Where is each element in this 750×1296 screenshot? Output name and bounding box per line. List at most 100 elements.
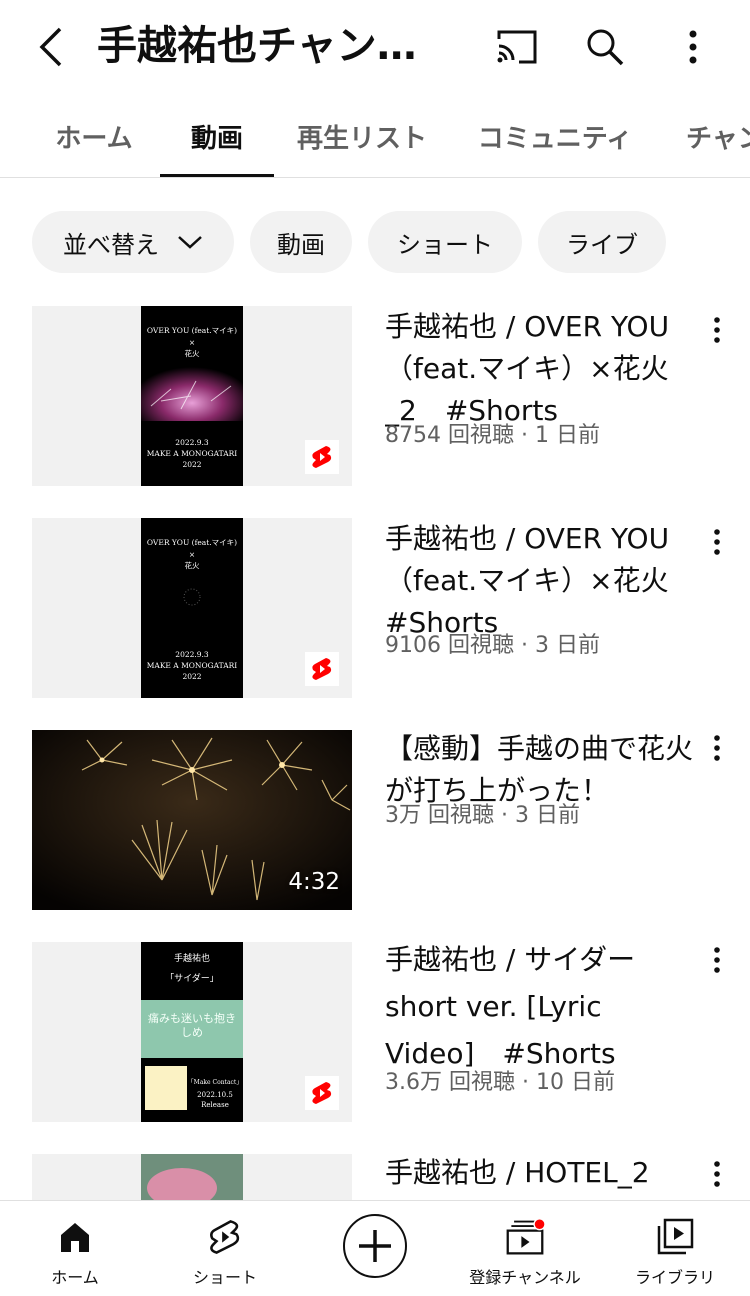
thumb-caption: 花火 [184,349,200,358]
thumb-lyric: 痛みも迷いも抱きしめ [148,1012,236,1039]
lyric-panel: 痛みも迷いも抱きしめ [141,1000,243,1058]
tab-community[interactable]: コミュニティ [466,95,644,177]
shorts-icon [205,1217,245,1257]
app-header: 手越祐也チャン… [0,0,750,95]
video-meta: 9106 回視聴 · 3 日前 [385,633,600,658]
video-more-button[interactable] [702,728,732,768]
short-cover: OVER YOU (feat.マイキ) × 花火 2022.9.3 MAKE A… [141,306,243,486]
video-thumbnail[interactable]: 手越祐也 「サイダー」 痛みも迷いも抱きしめ 「Make Contact」 20… [32,942,352,1122]
more-vert-icon [714,947,720,973]
nav-subscriptions-label: 登録チャンネル [469,1268,581,1287]
cast-icon [497,30,537,64]
video-thumbnail[interactable]: 4:32 [32,730,352,910]
video-thumbnail[interactable]: OVER YOU (feat.マイキ) × 花火 2022.9.3 MAKE A… [32,518,352,698]
shorts-badge [305,1076,339,1110]
thumb-caption: 2022 [182,672,202,681]
video-more-button[interactable] [702,522,732,562]
tab-channels[interactable]: チャンネル [672,95,750,177]
thumb-caption: × [188,550,196,559]
thumb-caption: 手越祐也 [173,954,210,964]
flower-image [147,1168,217,1200]
nav-library-label: ライブラリ [634,1268,715,1287]
create-button[interactable] [343,1214,407,1278]
nav-subscriptions[interactable]: 登録チャンネル [450,1201,600,1296]
short-cover: OVER YOU (feat.マイキ) × 花火 2022.9.3 MAKE A… [141,518,243,698]
thumb-caption: Release [201,1101,229,1109]
short-cover [141,1154,243,1200]
chevron-down-icon [178,236,202,249]
search-icon [587,29,624,66]
chip-shorts[interactable]: ショート [368,211,522,273]
video-more-button[interactable] [702,940,732,980]
chip-live[interactable]: ライブ [538,211,666,273]
video-title[interactable]: 手越祐也 / サイダー short ver. [Lyric Video] #Sh… [385,936,695,1077]
fireworks-image [183,588,201,606]
thumb-caption: MAKE A MONOGATARI [146,449,238,458]
shorts-badge [305,652,339,686]
thumb-caption: × [188,338,196,347]
create-icon [359,1230,391,1262]
nav-home[interactable]: ホーム [0,1201,150,1296]
video-title[interactable]: 手越祐也 / HOTEL_2 [385,1154,695,1194]
thumb-caption: 「Make Contact」 [187,1079,243,1086]
video-title[interactable]: 【感動】手越の曲で花火が打ち上がった！ [385,728,695,812]
filter-chips: 並べ替え 動画 ショート ライブ [0,211,750,273]
thumb-caption: 2022.10.5 [197,1091,233,1099]
shorts-logo-icon [312,658,332,680]
back-button[interactable] [30,22,70,72]
video-thumbnail[interactable]: OVER YOU (feat.マイキ) × 花火 2022.9.3 MAKE A… [32,306,352,486]
thumb-caption: 花火 [184,561,200,570]
library-icon [655,1217,695,1257]
video-title[interactable]: 手越祐也 / OVER YOU（feat.マイキ）×花火_2 #Shorts [385,306,695,432]
thumb-caption: 「サイダー」 [165,974,219,984]
video-list-item[interactable]: OVER YOU (feat.マイキ) × 花火 2022.9.3 MAKE A… [0,518,750,708]
tab-home[interactable]: ホーム [32,95,156,177]
video-list-item[interactable]: 手越祐也 / HOTEL_2 [0,1154,750,1200]
thumb-caption: OVER YOU (feat.マイキ) [146,538,238,547]
thumb-caption: 2022.9.3 [175,650,209,659]
thumb-caption: 2022 [182,460,202,469]
video-title[interactable]: 手越祐也 / OVER YOU（feat.マイキ）×花火 #Shorts [385,518,695,644]
video-list-item[interactable]: OVER YOU (feat.マイキ) × 花火 2022.9.3 MAKE A… [0,306,750,496]
short-cover: 手越祐也 「サイダー」 痛みも迷いも抱きしめ 「Make Contact」 20… [141,942,243,1122]
nav-shorts[interactable]: ショート [150,1201,300,1296]
video-thumbnail[interactable] [32,1154,352,1200]
video-more-button[interactable] [702,310,732,350]
album-art [145,1066,187,1110]
video-list-item[interactable]: 4:32 【感動】手越の曲で花火が打ち上がった！ 3万 回視聴 · 3 日前 [0,730,750,920]
video-duration: 4:32 [288,869,340,895]
chip-sort-label: 並べ替え [63,230,159,259]
channel-tabs: ホーム 動画 再生リスト コミュニティ チャンネル [0,95,750,178]
chip-sort[interactable]: 並べ替え [32,211,234,273]
tab-videos[interactable]: 動画 [160,95,274,177]
home-icon [55,1217,95,1257]
notification-dot [533,1218,545,1231]
chip-videos[interactable]: 動画 [250,211,352,273]
more-options-button[interactable] [668,22,718,72]
back-icon [39,27,62,67]
video-meta: 3.6万 回視聴 · 10 日前 [385,1070,615,1095]
more-vert-icon [714,735,720,761]
more-vert-icon [689,30,697,64]
search-button[interactable] [580,22,630,72]
tab-playlists[interactable]: 再生リスト [284,95,440,177]
thumb-caption: 2022.9.3 [175,438,209,447]
nav-home-label: ホーム [51,1268,99,1287]
video-more-button[interactable] [702,1154,732,1194]
channel-title: 手越祐也チャン… [97,23,417,69]
video-meta: 8754 回視聴 · 1 日前 [385,423,600,448]
shorts-logo-icon [312,1082,332,1104]
nav-shorts-label: ショート [192,1268,257,1287]
more-vert-icon [714,1161,720,1187]
cast-button[interactable] [492,22,542,72]
more-vert-icon [714,529,720,555]
subscriptions-icon [505,1217,545,1257]
thumb-caption: MAKE A MONOGATARI [146,661,238,670]
more-vert-icon [714,317,720,343]
video-list-item[interactable]: 手越祐也 「サイダー」 痛みも迷いも抱きしめ 「Make Contact」 20… [0,942,750,1132]
shorts-logo-icon [312,446,332,468]
fireworks-image [141,361,243,421]
nav-library[interactable]: ライブラリ [600,1201,750,1296]
bottom-navigation: ホーム ショート 登録チャンネル ライブラリ [0,1200,750,1296]
video-meta: 3万 回視聴 · 3 日前 [385,803,580,828]
